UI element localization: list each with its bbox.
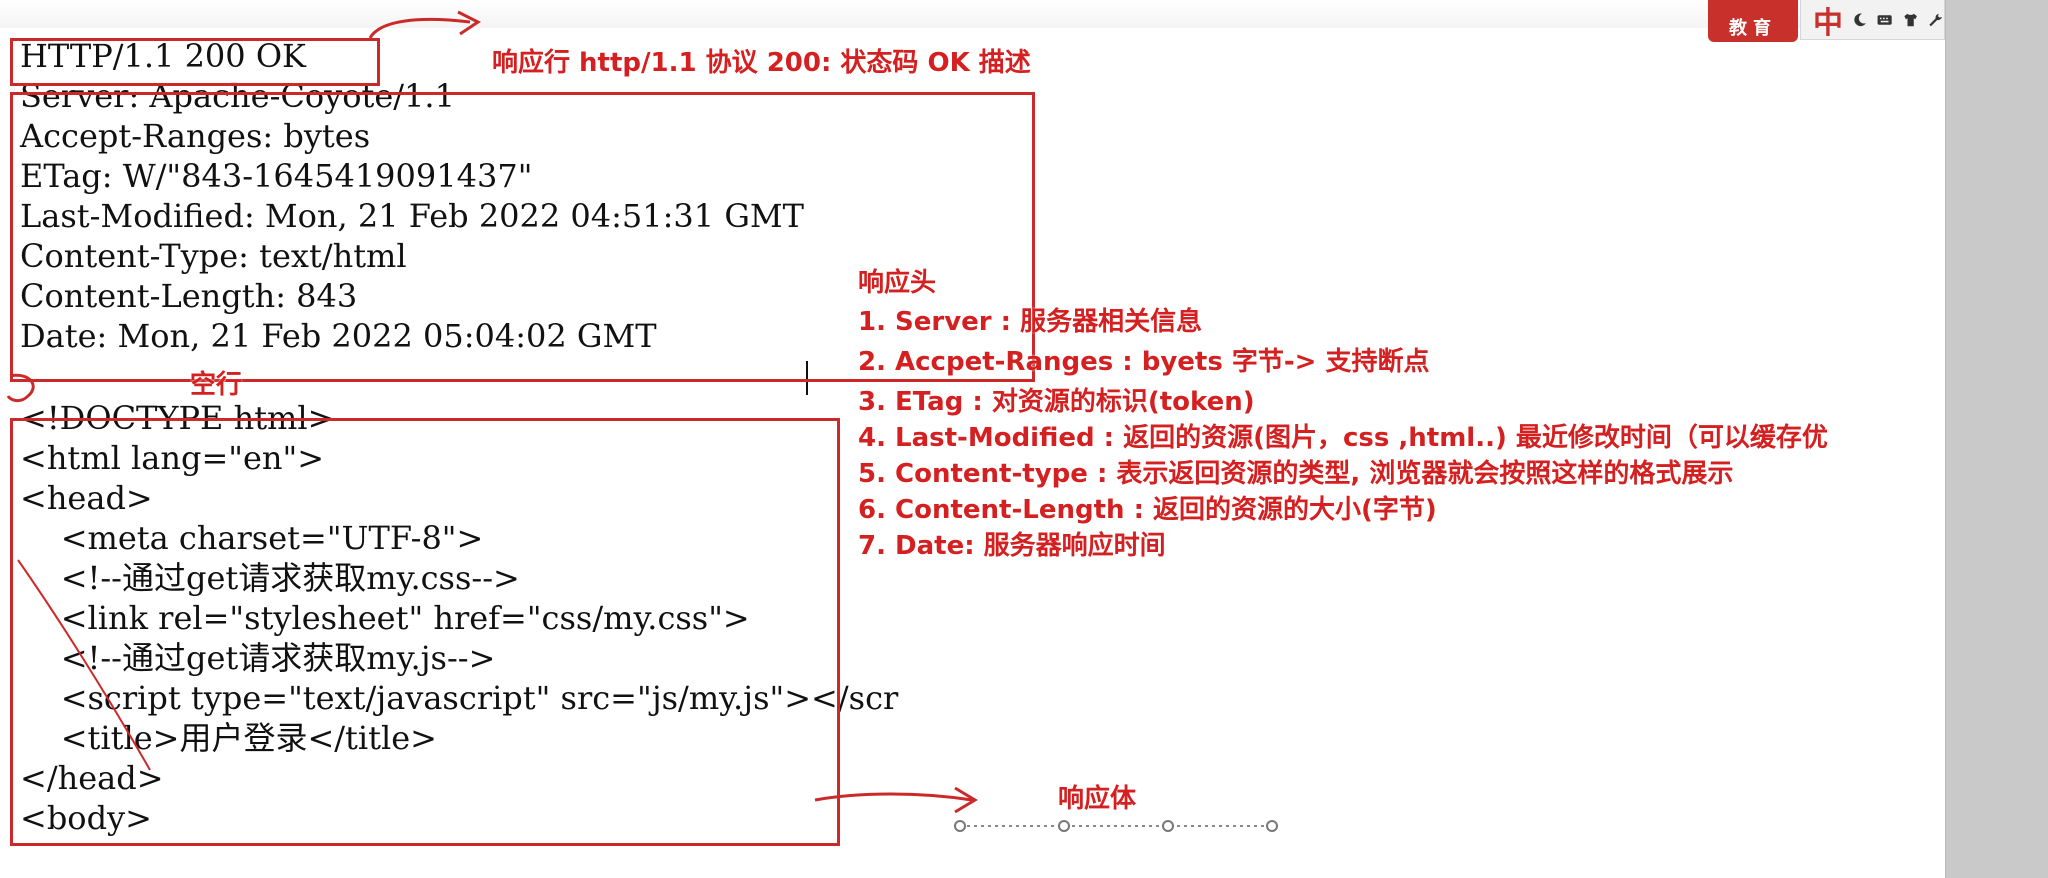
header-note-1: 1. Server : 服务器相关信息 bbox=[858, 307, 1203, 337]
ime-mode-toggle[interactable]: 中 bbox=[1813, 0, 1843, 42]
body-box bbox=[10, 418, 840, 846]
headers-title-note: 响应头 bbox=[858, 268, 937, 298]
header-note-2: 2. Accpet-Ranges : byets 字节-> 支持断点 bbox=[858, 347, 1430, 377]
shirt-icon[interactable] bbox=[1902, 9, 1919, 31]
vertical-scrollbar[interactable] bbox=[1945, 0, 2048, 878]
status-line-box bbox=[10, 38, 380, 86]
header-note-3: 3. ETag : 对资源的标识(token) bbox=[858, 387, 1255, 417]
window-top-strip bbox=[0, 0, 1945, 29]
header-note-6: 6. Content-Length : 返回的资源的大小(字节) bbox=[858, 495, 1437, 525]
header-note-7: 7. Date: 服务器响应时间 bbox=[858, 531, 1166, 561]
wrench-icon[interactable] bbox=[1927, 9, 1944, 31]
header-note-5: 5. Content-type : 表示返回资源的类型, 浏览器就会按照这样的格… bbox=[858, 459, 1734, 489]
status-line-note: 响应行 http/1.1 协议 200: 状态码 OK 描述 bbox=[492, 48, 1031, 78]
body-note: 响应体 bbox=[1058, 784, 1137, 814]
blank-line-note: 空行 bbox=[190, 370, 243, 400]
keyboard-icon[interactable] bbox=[1876, 9, 1893, 31]
ime-toolbar[interactable]: 中 bbox=[1800, 0, 1945, 42]
brand-logo: 教育 bbox=[1708, 0, 1798, 42]
moon-icon[interactable] bbox=[1851, 9, 1868, 31]
header-note-4: 4. Last-Modified : 返回的资源(图片，css ,html..)… bbox=[858, 423, 1828, 453]
